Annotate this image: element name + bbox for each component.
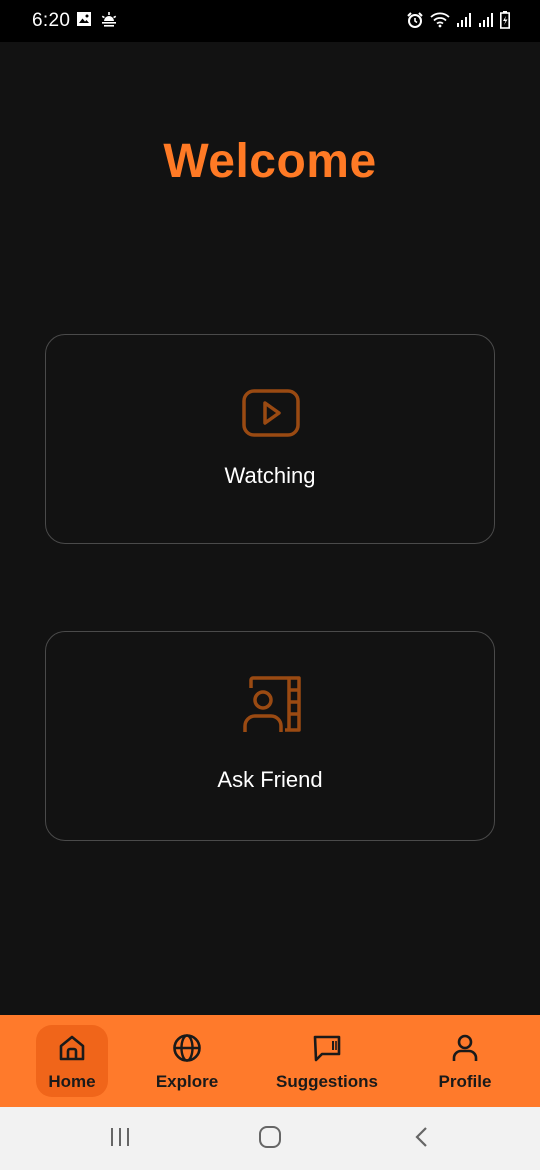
wifi-icon [430,12,450,33]
nav-label-home: Home [48,1072,96,1091]
status-bar: 6:20 [0,0,540,42]
battery-icon [500,11,510,34]
nav-item-home[interactable]: Home [36,1025,108,1097]
app-content: Welcome Watching Ask Friend [0,42,540,1015]
nav-item-profile[interactable]: Profile [425,1025,505,1097]
status-right-icons [406,11,510,34]
bottom-navigation: Home Explore Suggestions Profile [0,1015,540,1107]
page-title: Welcome [163,135,377,188]
nav-label-explore: Explore [155,1072,219,1091]
signal-icon [456,12,472,33]
watching-label: Watching [224,463,316,488]
play-icon [241,383,301,443]
user-icon [450,1033,480,1068]
nav-label-profile: Profile [438,1072,492,1091]
alarm-icon [406,11,424,34]
watching-card[interactable]: Watching [45,334,495,544]
ask-friend-card[interactable]: Ask Friend [45,631,495,841]
nav-item-explore[interactable]: Explore [147,1025,227,1097]
image-icon [76,11,92,32]
home-icon [57,1033,87,1068]
ask-friend-label: Ask Friend [217,767,323,792]
system-navigation-bar [0,1107,540,1170]
back-icon[interactable] [410,1125,434,1154]
recents-icon[interactable] [108,1125,132,1154]
globe-icon [172,1033,202,1068]
signal-icon [478,12,494,33]
nav-label-suggestions: Suggestions [275,1072,378,1091]
contacts-icon [241,674,301,734]
nav-item-suggestions[interactable]: Suggestions [272,1025,382,1097]
weather-icon [100,11,118,32]
home-circle-icon[interactable] [258,1125,282,1154]
status-time: 6:20 [32,10,71,31]
message-icon [312,1033,342,1068]
status-left-icons [76,11,118,32]
